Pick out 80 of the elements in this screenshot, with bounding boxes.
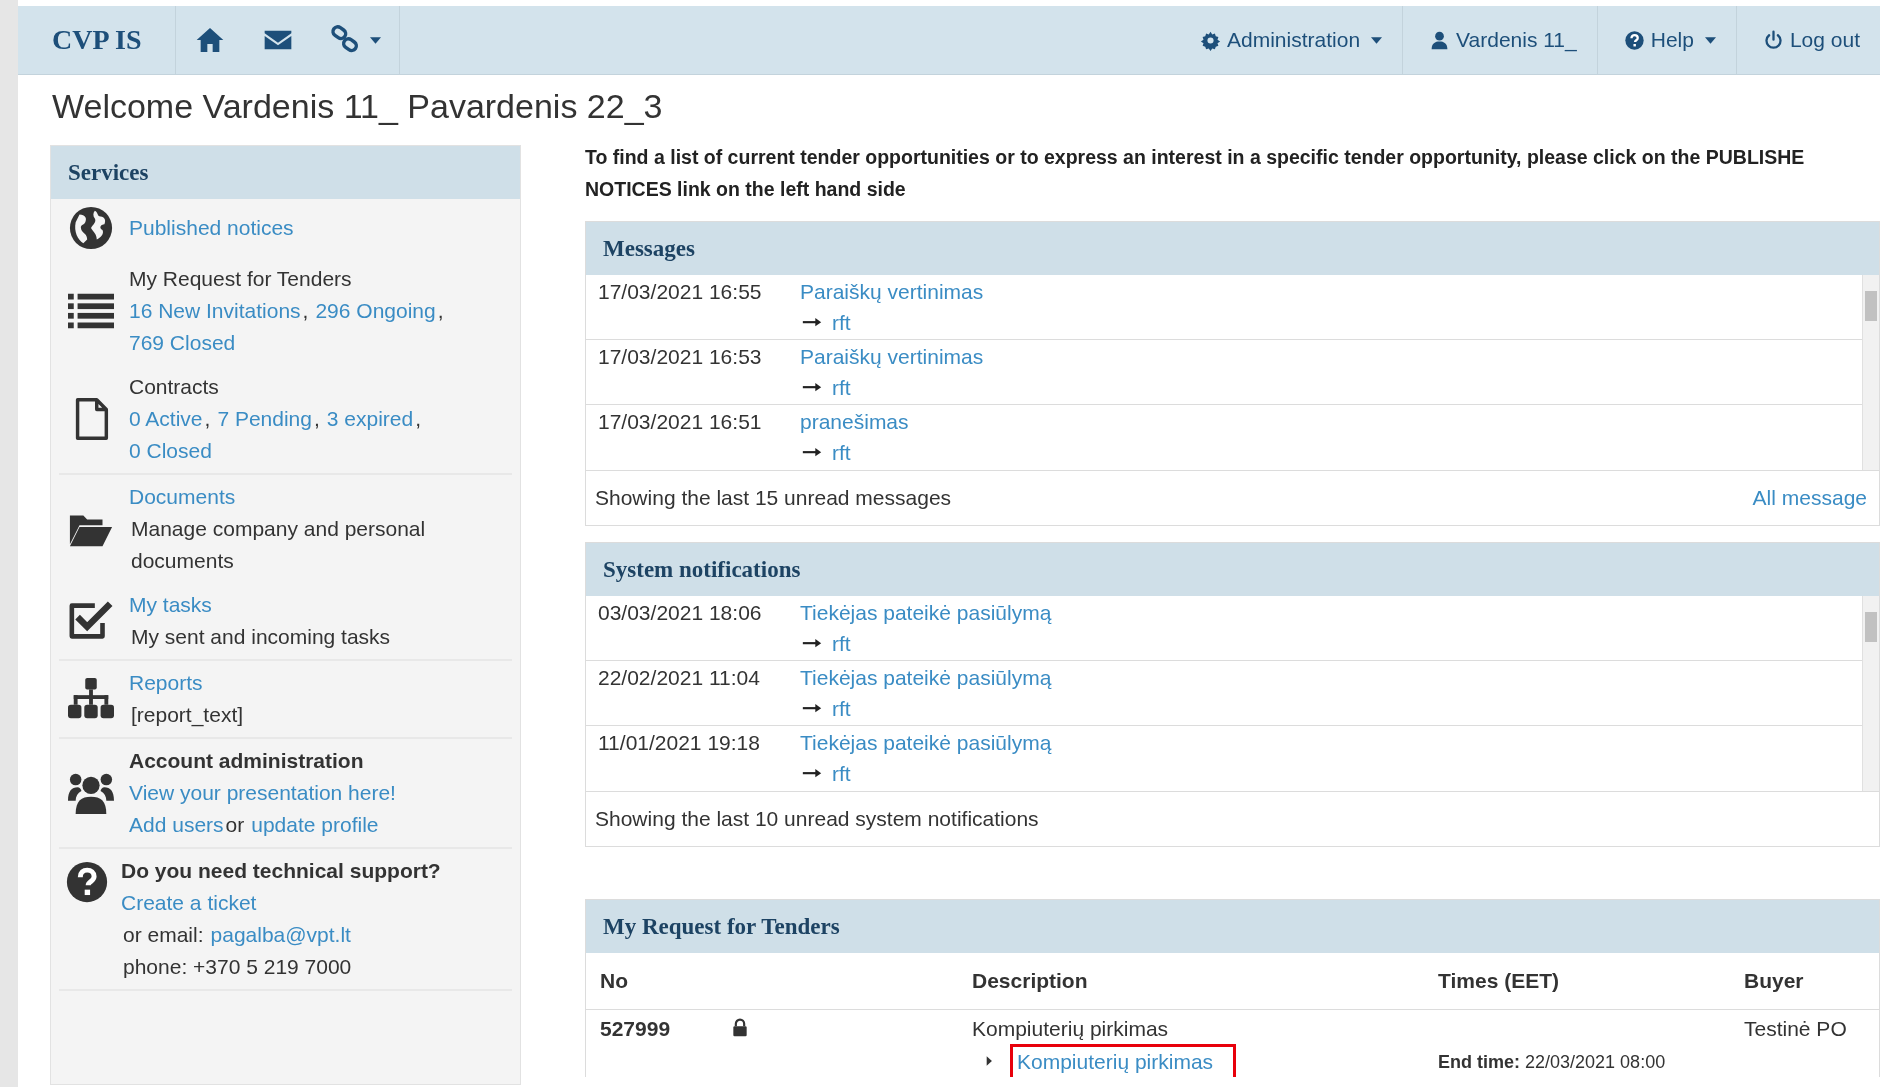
- help-icon: [64, 859, 110, 905]
- scrollbar[interactable]: [1862, 596, 1879, 791]
- scrollbar[interactable]: [1862, 275, 1879, 470]
- end-time: End time: 22/03/2021 08:00: [1438, 1051, 1666, 1074]
- nav-menu-button[interactable]: Vardenis 11_: [1402, 6, 1597, 74]
- service-text: ,: [415, 406, 422, 432]
- nav-menu-button[interactable]: Administration: [1174, 6, 1403, 74]
- message-link[interactable]: Tiekėjas pateikė pasiūlymą: [800, 731, 1052, 754]
- tender-link[interactable]: rft: [832, 758, 851, 789]
- service-text: ,: [204, 406, 211, 432]
- service-link[interactable]: 3 expired: [326, 403, 414, 435]
- service-link[interactable]: 296 Ongoing: [315, 295, 436, 327]
- service-link[interactable]: 769 Closed: [129, 327, 236, 359]
- service-text: [report_text]: [131, 702, 244, 729]
- panel-header: Messages: [586, 222, 1879, 275]
- service-text: or email:: [123, 922, 204, 948]
- column-header: No: [586, 953, 716, 1010]
- service-text: Manage company and personal documents: [131, 516, 427, 574]
- welcome-title: Welcome Vardenis 11_ Pavardenis 22_3: [52, 86, 664, 127]
- message-link[interactable]: pranešimas: [800, 410, 909, 433]
- service-link[interactable]: Add users: [129, 809, 224, 841]
- globe-icon: [68, 205, 114, 251]
- footer-text: Showing the last 10 unread system notifications: [595, 807, 1039, 831]
- column-header: Times (EET): [1424, 953, 1730, 1010]
- gear-icon: [1200, 29, 1221, 51]
- table-cell-text: 527999: [599, 1016, 672, 1042]
- service-text: ,: [314, 406, 320, 432]
- tender-link[interactable]: rft: [832, 628, 851, 659]
- tender-link[interactable]: rft: [832, 307, 851, 338]
- message-link[interactable]: Paraiškų vertinimas: [800, 280, 984, 303]
- message-link[interactable]: Tiekėjas pateikė pasiūlymą: [800, 601, 1052, 624]
- column-header: Buyer: [1730, 953, 1879, 1010]
- tender-link[interactable]: rft: [832, 693, 851, 724]
- tender-link[interactable]: rft: [832, 437, 851, 468]
- instruction-text: NOTICES link on the left hand side: [585, 177, 907, 202]
- service-link[interactable]: View your presentation here!: [129, 777, 396, 809]
- service-link[interactable]: My tasks: [129, 593, 212, 616]
- message-link[interactable]: Paraiškų vertinimas: [800, 345, 984, 368]
- brand-logo[interactable]: CVP IS: [18, 6, 177, 74]
- service-text: phone: +370 5 219 7000: [123, 954, 352, 980]
- table-cell-text: Testinė PO: [1743, 1016, 1848, 1042]
- message-date: 17/03/2021 16:53: [598, 344, 763, 370]
- lot-link[interactable]: Kompiuterių pirkimas: [1010, 1044, 1237, 1077]
- service-link[interactable]: 0 Closed: [129, 435, 212, 467]
- power-icon: [1762, 29, 1784, 51]
- nav-menu-button[interactable]: Help: [1596, 6, 1736, 74]
- service-link[interactable]: 0 Active: [129, 403, 203, 435]
- service-title: Account administration: [129, 748, 365, 774]
- service-link[interactable]: Reports: [129, 671, 203, 694]
- service-text: My sent and incoming tasks: [131, 624, 391, 650]
- instruction-text: To find a list of current tender opportunities or to express an interest in a specific tender opportunity, please click on the PUBLISHE: [585, 145, 1806, 170]
- help-icon: [1623, 29, 1645, 51]
- panel-header: Services: [51, 146, 520, 199]
- all-messages-link[interactable]: All message: [1752, 486, 1867, 510]
- column-header: Description: [958, 953, 1424, 1010]
- footer-text: Showing the last 15 unread messages: [595, 486, 952, 510]
- tender-link[interactable]: rft: [832, 372, 851, 403]
- message-link[interactable]: Tiekėjas pateikė pasiūlymą: [800, 666, 1052, 689]
- service-text: or: [225, 812, 245, 838]
- message-date: 22/02/2021 11:04: [598, 665, 761, 691]
- service-link[interactable]: 7 Pending: [217, 403, 312, 435]
- service-link[interactable]: 16 New Invitations: [129, 295, 301, 327]
- service-text: ,: [437, 298, 444, 324]
- nav-menu-button[interactable]: Log out: [1735, 6, 1880, 74]
- panel-header: System notifications: [586, 543, 1879, 596]
- service-title: Do you need technical support?: [121, 858, 442, 884]
- message-date: 17/03/2021 16:55: [598, 279, 763, 305]
- service-link[interactable]: Published notices: [129, 216, 294, 239]
- message-date: 17/03/2021 16:51: [598, 409, 763, 435]
- service-link[interactable]: Create a ticket: [121, 887, 257, 919]
- message-date: 03/03/2021 18:06: [598, 600, 763, 626]
- service-title: My Request for Tenders: [129, 266, 353, 292]
- service-text: ,: [302, 298, 309, 324]
- message-date: 11/01/2021 19:18: [598, 730, 761, 756]
- service-link[interactable]: update profile: [251, 809, 379, 841]
- table-cell-text: Kompiuterių pirkimas: [972, 1016, 1170, 1042]
- service-link[interactable]: Documents: [129, 485, 236, 508]
- service-link[interactable]: pagalba@vpt.lt: [210, 919, 351, 951]
- panel-header: My Request for Tenders: [586, 900, 1879, 953]
- service-title: Contracts: [129, 374, 220, 400]
